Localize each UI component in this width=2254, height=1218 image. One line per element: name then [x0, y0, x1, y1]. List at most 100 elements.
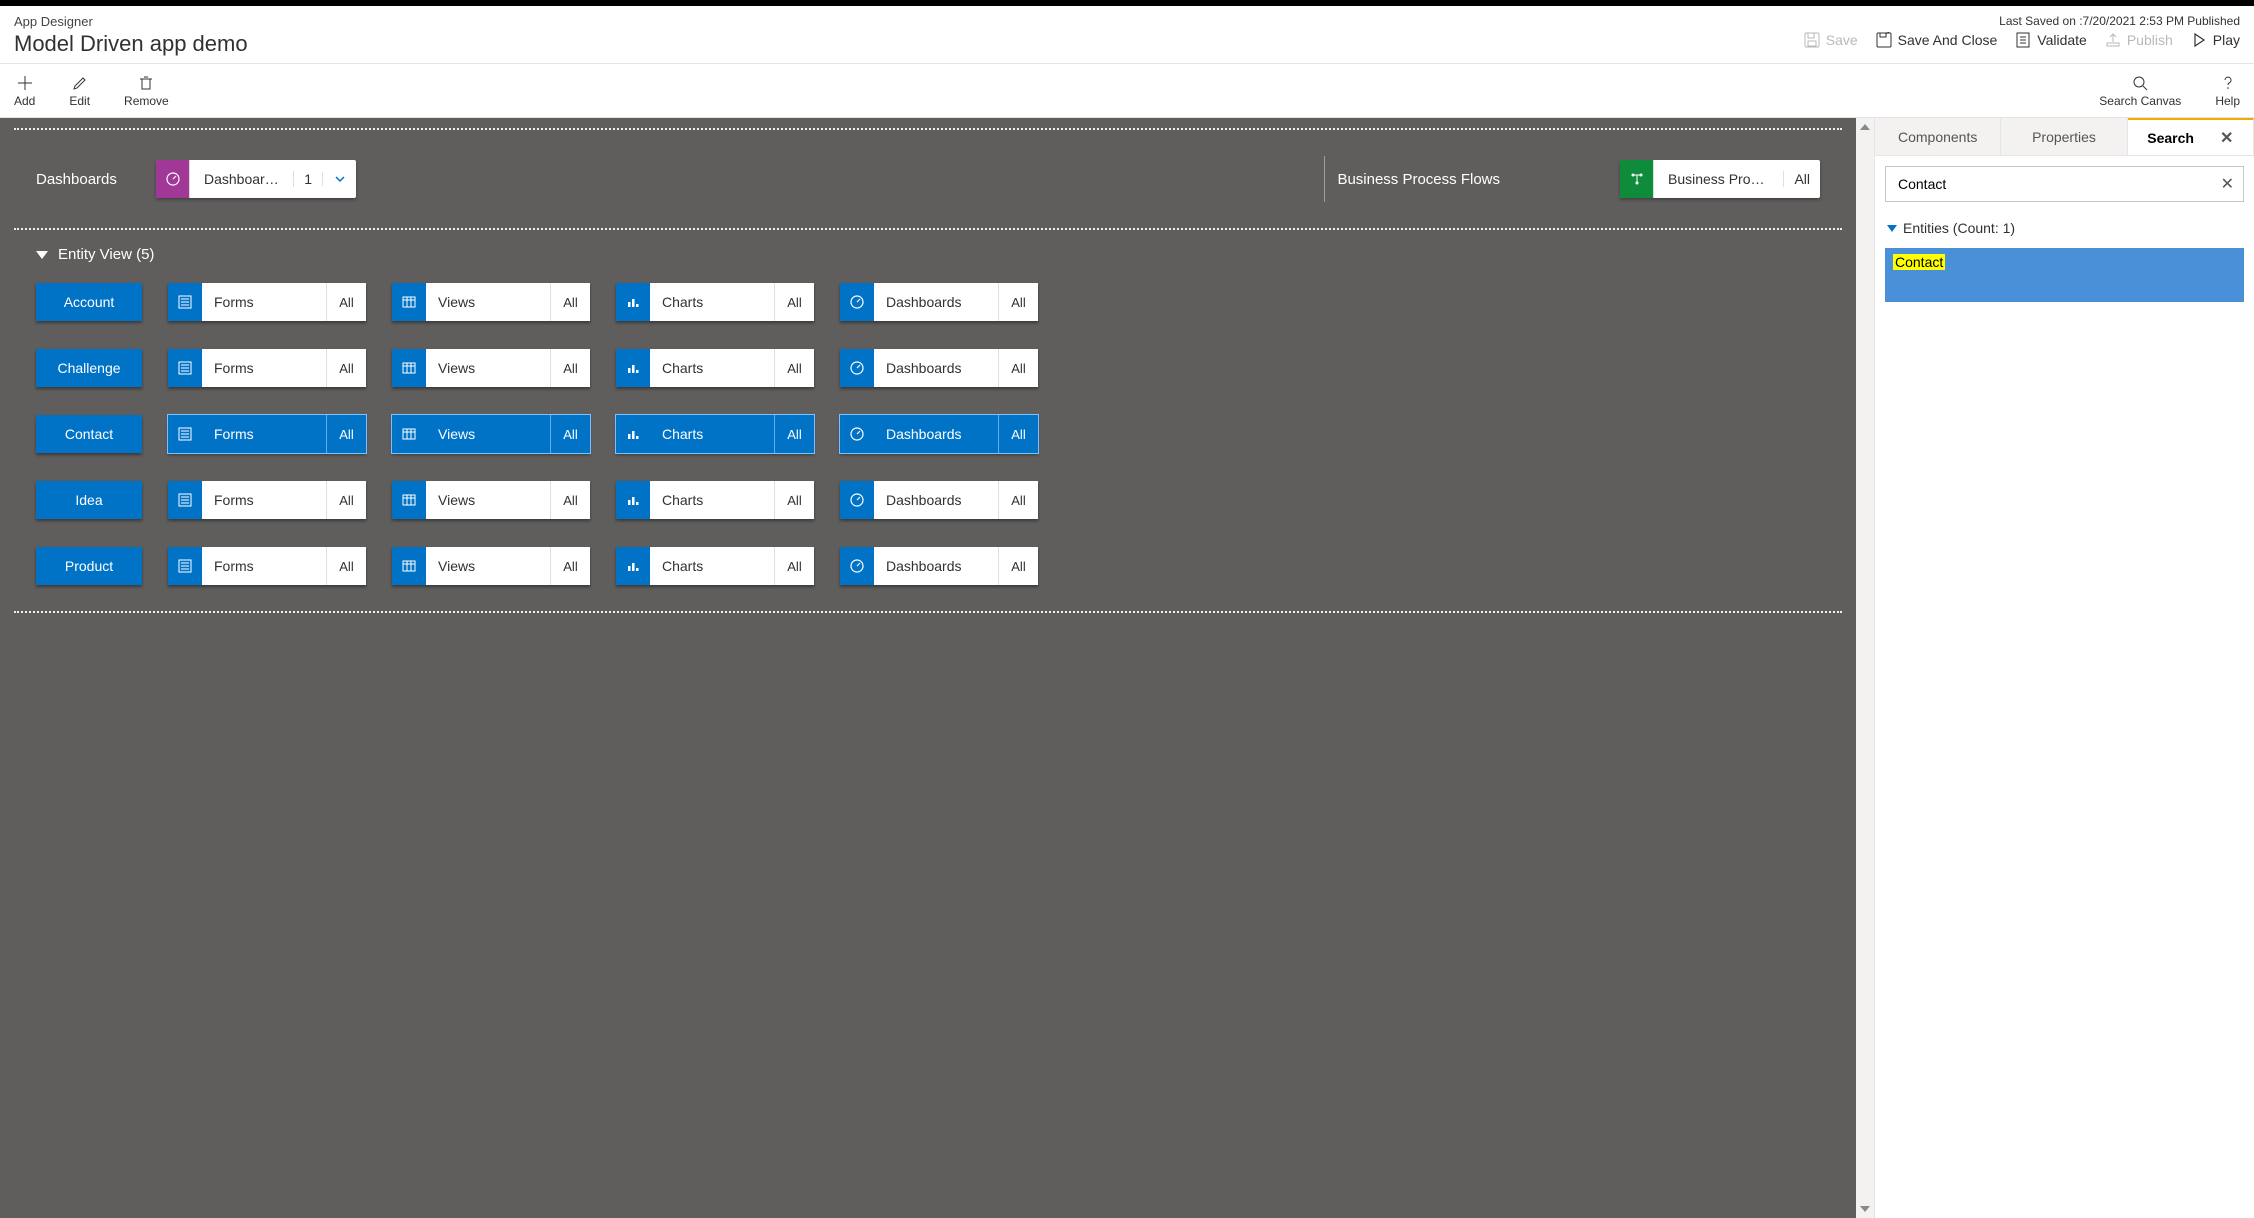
dashboards-tile[interactable]: DashboardsAll [840, 547, 1038, 585]
chevron-down-icon[interactable] [322, 172, 356, 186]
forms-tile[interactable]: FormsAll [168, 283, 366, 321]
views-tile[interactable]: ViewsAll [392, 283, 590, 321]
validate-button[interactable]: Validate [2015, 32, 2087, 48]
asset-all-label: All [774, 415, 814, 453]
save-and-close-button[interactable]: Save And Close [1876, 32, 1998, 48]
forms-tile[interactable]: FormsAll [168, 349, 366, 387]
canvas-scrollbar[interactable] [1856, 118, 1874, 1218]
asset-all-label: All [998, 547, 1038, 585]
entity-chip[interactable]: Account [36, 283, 142, 321]
page-title: Model Driven app demo [14, 31, 248, 57]
search-icon [2131, 74, 2149, 92]
dashboards-tile[interactable]: DashboardsAll [840, 415, 1038, 453]
entity-view-label: Entity View (5) [58, 246, 154, 263]
entity-chip[interactable]: Challenge [36, 349, 142, 387]
dashboards-section-label: Dashboards [36, 171, 156, 188]
close-icon[interactable]: ✕ [2220, 128, 2233, 148]
entity-chip[interactable]: Product [36, 547, 142, 585]
views-tile[interactable]: ViewsAll [392, 547, 590, 585]
entity-row: ContactFormsAllViewsAllChartsAllDashboar… [36, 415, 1820, 453]
asset-label: Charts [650, 415, 774, 453]
asset-label: Dashboards [874, 481, 998, 519]
help-button[interactable]: Help [2215, 74, 2240, 108]
charts-tile[interactable]: ChartsAll [616, 283, 814, 321]
asset-all-label: All [550, 481, 590, 519]
trash-icon [137, 74, 155, 92]
dashboards-tile[interactable]: DashboardsAll [840, 349, 1038, 387]
entity-view-toggle[interactable]: Entity View (5) [14, 230, 1842, 273]
search-canvas-button[interactable]: Search Canvas [2099, 74, 2181, 108]
views-tile[interactable]: ViewsAll [392, 349, 590, 387]
scroll-up-icon[interactable] [1860, 124, 1870, 130]
clear-search-icon[interactable]: ✕ [2221, 174, 2234, 194]
dashboards-tile[interactable]: Dashboards 1 [156, 160, 356, 198]
bpf-tile-label: Business Proces… [1654, 171, 1783, 187]
asset-all-label: All [550, 349, 590, 387]
charts-tile[interactable]: ChartsAll [616, 481, 814, 519]
gauge-icon [156, 160, 190, 198]
search-results-header[interactable]: Entities (Count: 1) [1875, 212, 2254, 244]
gauge-icon [840, 283, 874, 321]
entity-row: AccountFormsAllViewsAllChartsAllDashboar… [36, 283, 1820, 321]
add-button[interactable]: Add [14, 74, 35, 108]
bar-chart-icon [616, 283, 650, 321]
form-icon [168, 547, 202, 585]
form-icon [168, 415, 202, 453]
dashboards-tile[interactable]: DashboardsAll [840, 283, 1038, 321]
bpf-tile[interactable]: Business Proces… All [1620, 160, 1820, 198]
charts-tile[interactable]: ChartsAll [616, 547, 814, 585]
grid-icon [392, 481, 426, 519]
plus-icon [16, 74, 34, 92]
asset-all-label: All [326, 283, 366, 321]
asset-label: Views [426, 349, 550, 387]
tab-properties[interactable]: Properties [2001, 118, 2127, 155]
bar-chart-icon [616, 547, 650, 585]
edit-button[interactable]: Edit [69, 74, 90, 108]
asset-label: Dashboards [874, 547, 998, 585]
play-icon [2191, 32, 2207, 48]
play-button[interactable]: Play [2191, 32, 2240, 48]
charts-tile[interactable]: ChartsAll [616, 349, 814, 387]
charts-tile[interactable]: ChartsAll [616, 415, 814, 453]
bar-chart-icon [616, 481, 650, 519]
bar-chart-icon [616, 415, 650, 453]
asset-all-label: All [998, 415, 1038, 453]
tab-components[interactable]: Components [1875, 118, 2001, 155]
asset-all-label: All [550, 283, 590, 321]
form-icon [168, 349, 202, 387]
bar-chart-icon [616, 349, 650, 387]
views-tile[interactable]: ViewsAll [392, 415, 590, 453]
asset-all-label: All [550, 547, 590, 585]
asset-label: Charts [650, 481, 774, 519]
forms-tile[interactable]: FormsAll [168, 481, 366, 519]
vertical-divider [1324, 156, 1325, 202]
asset-all-label: All [326, 547, 366, 585]
form-icon [168, 481, 202, 519]
save-icon [1804, 32, 1820, 48]
scroll-down-icon[interactable] [1860, 1206, 1870, 1212]
breadcrumb: App Designer [14, 14, 248, 29]
forms-tile[interactable]: FormsAll [168, 415, 366, 453]
search-result-item[interactable]: Contact [1885, 248, 2244, 302]
publish-icon [2105, 32, 2121, 48]
canvas[interactable]: Dashboards Dashboards 1 Business Proc [0, 118, 1856, 1218]
bpf-section-label: Business Process Flows [1337, 171, 1500, 188]
asset-label: Forms [202, 283, 326, 321]
entity-chip[interactable]: Contact [36, 415, 142, 453]
entity-row: Challenge FormsAll ViewsAll ChartsAll Dashbo… [36, 349, 1820, 387]
asset-all-label: All [326, 415, 366, 453]
right-panel: Components Properties Search ✕ ✕ Entitie… [1874, 118, 2254, 1218]
asset-label: Charts [650, 547, 774, 585]
caret-down-icon [36, 251, 48, 259]
views-tile[interactable]: ViewsAll [392, 481, 590, 519]
entity-chip[interactable]: Idea [36, 481, 142, 519]
asset-label: Forms [202, 481, 326, 519]
search-input[interactable] [1885, 166, 2244, 202]
tab-search[interactable]: Search ✕ [2128, 118, 2254, 155]
forms-tile[interactable]: FormsAll [168, 547, 366, 585]
asset-label: Forms [202, 547, 326, 585]
remove-button[interactable]: Remove [124, 74, 169, 108]
help-icon [2219, 74, 2237, 92]
save-button: Save [1804, 32, 1858, 48]
dashboards-tile[interactable]: DashboardsAll [840, 481, 1038, 519]
